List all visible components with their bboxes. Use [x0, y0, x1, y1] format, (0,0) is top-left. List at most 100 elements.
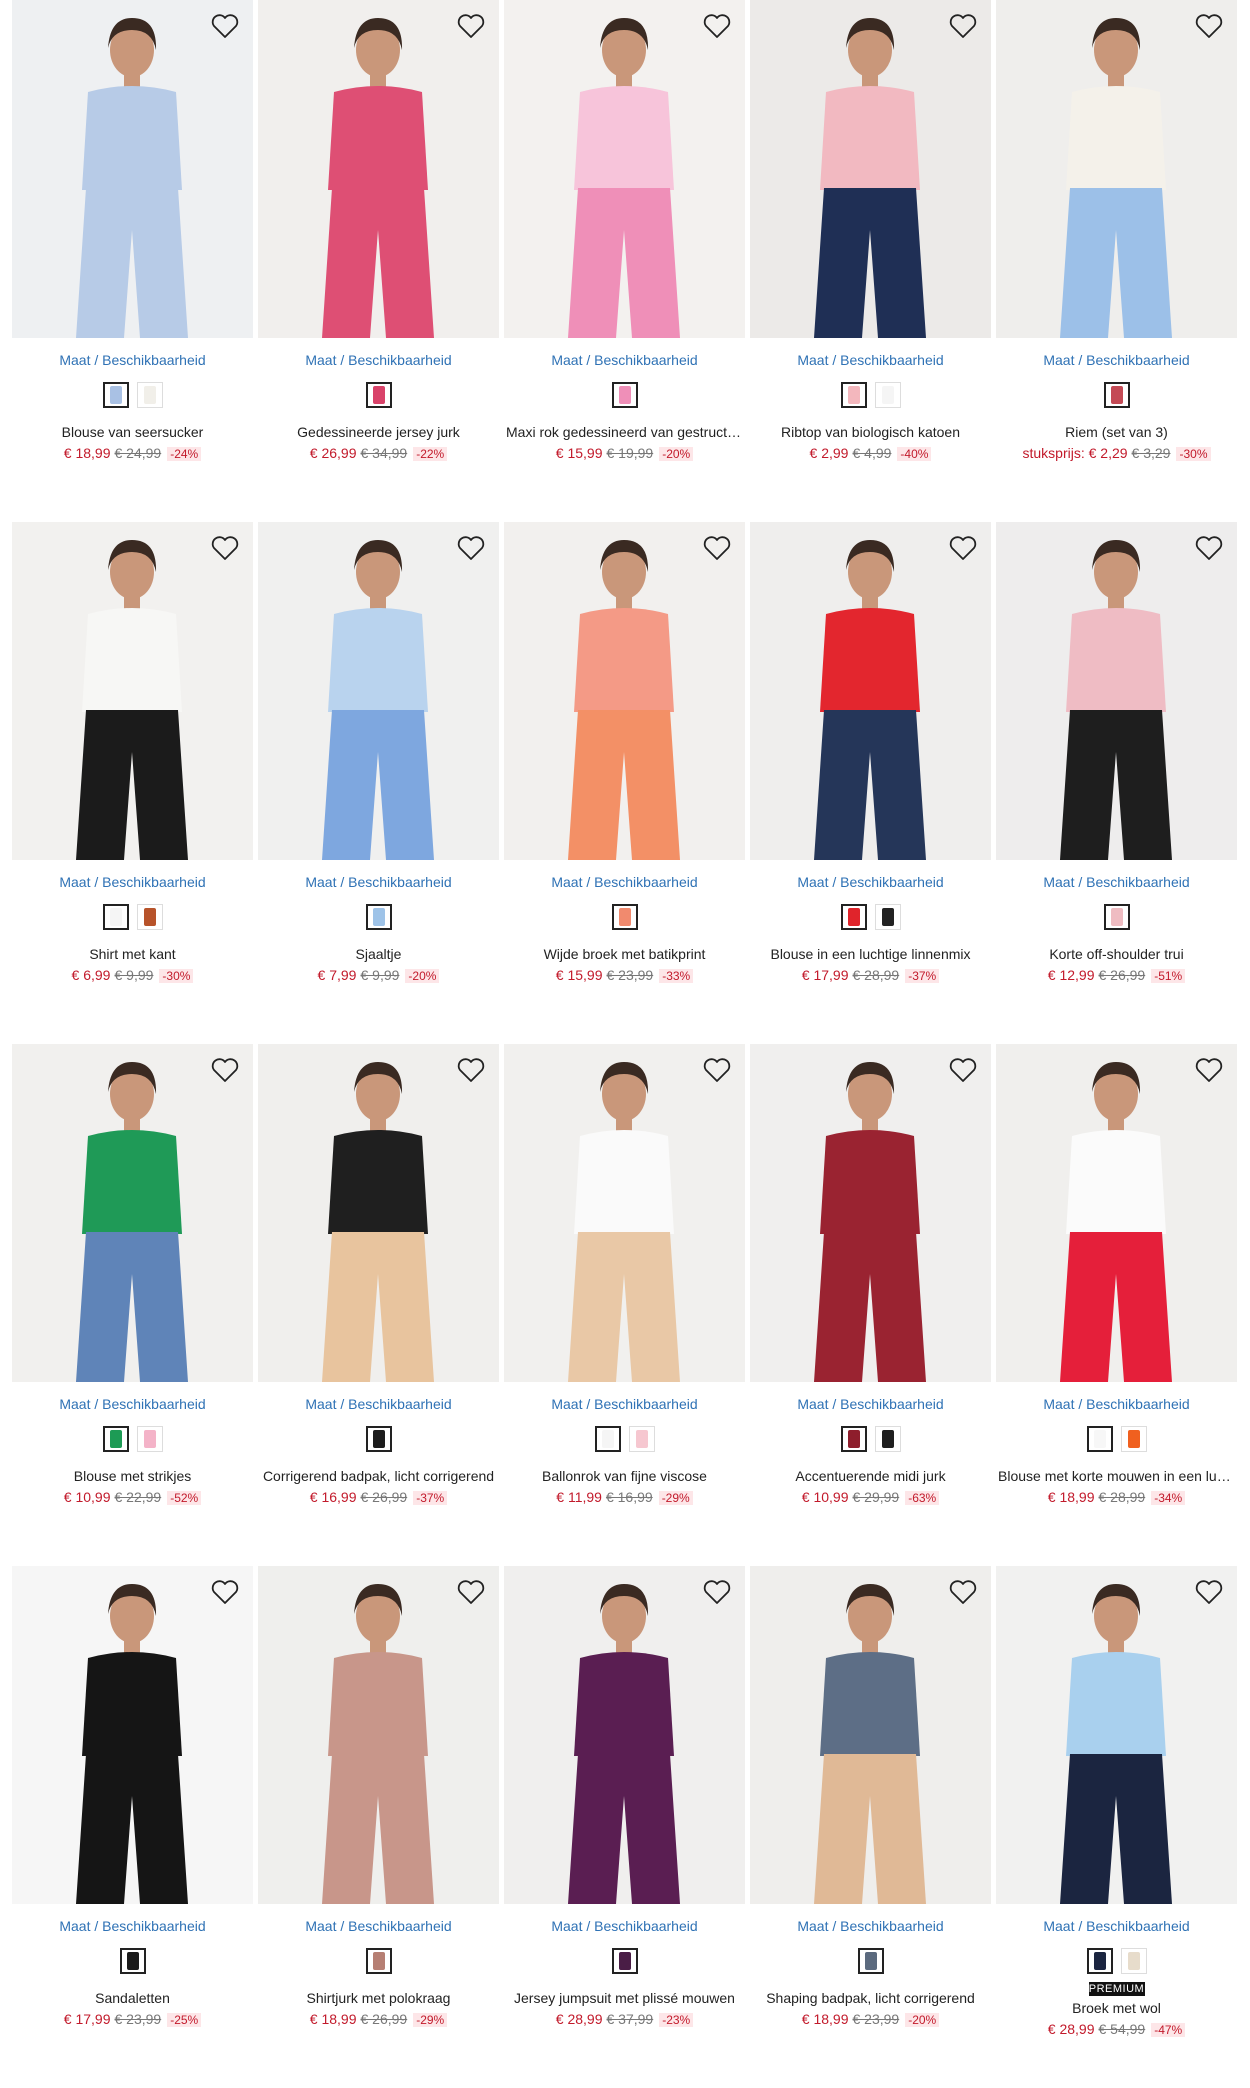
- availability-label[interactable]: Beschikbaarheid: [102, 1918, 206, 1934]
- color-swatch[interactable]: [1103, 382, 1130, 408]
- product-name[interactable]: Wijde broek met batikprint: [504, 946, 745, 962]
- color-swatch[interactable]: [874, 382, 901, 408]
- product-photo[interactable]: [12, 1044, 253, 1382]
- product-card[interactable]: Maat / Beschikbaarheid Shirt met kant € …: [12, 522, 253, 1044]
- availability-label[interactable]: Beschikbaarheid: [348, 1918, 452, 1934]
- availability-label[interactable]: Beschikbaarheid: [1086, 1396, 1190, 1412]
- color-swatch[interactable]: [1120, 1948, 1147, 1974]
- color-swatch[interactable]: [1086, 1948, 1113, 1974]
- availability-label[interactable]: Beschikbaarheid: [102, 1396, 206, 1412]
- product-photo[interactable]: [258, 0, 499, 338]
- size-label[interactable]: Maat: [551, 1396, 582, 1412]
- wishlist-heart-icon[interactable]: [209, 1054, 241, 1086]
- color-swatch[interactable]: [874, 904, 901, 930]
- color-swatch[interactable]: [136, 904, 163, 930]
- product-photo[interactable]: [996, 0, 1237, 338]
- product-photo[interactable]: [996, 1566, 1237, 1904]
- size-label[interactable]: Maat: [305, 1918, 336, 1934]
- product-name[interactable]: Sandaletten: [12, 1990, 253, 2006]
- size-availability-link[interactable]: Maat / Beschikbaarheid: [258, 1396, 499, 1412]
- color-swatch[interactable]: [1120, 1426, 1147, 1452]
- color-swatch[interactable]: [136, 382, 163, 408]
- product-card[interactable]: Maat / Beschikbaarheid Shirtjurk met pol…: [258, 1566, 499, 2088]
- product-card[interactable]: Maat / Beschikbaarheid Ballonrok van fij…: [504, 1044, 745, 1566]
- product-card[interactable]: Maat / Beschikbaarheid Sjaaltje € 7,99 € …: [258, 522, 499, 1044]
- wishlist-heart-icon[interactable]: [1193, 532, 1225, 564]
- product-photo[interactable]: [504, 1566, 745, 1904]
- size-availability-link[interactable]: Maat / Beschikbaarheid: [996, 1918, 1237, 1934]
- wishlist-heart-icon[interactable]: [947, 532, 979, 564]
- product-photo[interactable]: [750, 1566, 991, 1904]
- product-name[interactable]: Sjaaltje: [258, 946, 499, 962]
- availability-label[interactable]: Beschikbaarheid: [840, 1396, 944, 1412]
- product-name[interactable]: Maxi rok gedessineerd van gestructureerd: [504, 424, 745, 440]
- color-swatch[interactable]: [611, 904, 638, 930]
- product-photo[interactable]: [996, 1044, 1237, 1382]
- size-availability-link[interactable]: Maat / Beschikbaarheid: [750, 352, 991, 368]
- availability-label[interactable]: Beschikbaarheid: [594, 352, 698, 368]
- product-card[interactable]: Maat / Beschikbaarheid Ribtop van biolog…: [750, 0, 991, 522]
- wishlist-heart-icon[interactable]: [701, 1054, 733, 1086]
- size-label[interactable]: Maat: [551, 1918, 582, 1934]
- color-swatch[interactable]: [628, 1426, 655, 1452]
- product-photo[interactable]: [258, 1566, 499, 1904]
- product-name[interactable]: Blouse van seersucker: [12, 424, 253, 440]
- product-card[interactable]: Maat / Beschikbaarheid Corrigerend badpa…: [258, 1044, 499, 1566]
- wishlist-heart-icon[interactable]: [1193, 10, 1225, 42]
- color-swatch[interactable]: [365, 1948, 392, 1974]
- availability-label[interactable]: Beschikbaarheid: [348, 1396, 452, 1412]
- size-label[interactable]: Maat: [551, 874, 582, 890]
- size-label[interactable]: Maat: [59, 1918, 90, 1934]
- color-swatch[interactable]: [102, 382, 129, 408]
- size-label[interactable]: Maat: [551, 352, 582, 368]
- product-name[interactable]: Corrigerend badpak, licht corrigerend: [258, 1468, 499, 1484]
- product-card[interactable]: Maat / Beschikbaarheid Sandaletten € 17,…: [12, 1566, 253, 2088]
- product-photo[interactable]: [504, 0, 745, 338]
- product-name[interactable]: Shaping badpak, licht corrigerend: [750, 1990, 991, 2006]
- availability-label[interactable]: Beschikbaarheid: [840, 352, 944, 368]
- size-label[interactable]: Maat: [59, 352, 90, 368]
- wishlist-heart-icon[interactable]: [947, 1576, 979, 1608]
- product-card[interactable]: Maat / Beschikbaarheid Korte off-shoulde…: [996, 522, 1237, 1044]
- size-label[interactable]: Maat: [305, 352, 336, 368]
- product-photo[interactable]: [750, 0, 991, 338]
- wishlist-heart-icon[interactable]: [701, 532, 733, 564]
- product-card[interactable]: Maat / Beschikbaarheid Blouse met strikj…: [12, 1044, 253, 1566]
- product-card[interactable]: Maat / Beschikbaarheid Jersey jumpsuit m…: [504, 1566, 745, 2088]
- size-availability-link[interactable]: Maat / Beschikbaarheid: [258, 1918, 499, 1934]
- wishlist-heart-icon[interactable]: [701, 1576, 733, 1608]
- product-card[interactable]: Maat / Beschikbaarheid Maxi rok gedessin…: [504, 0, 745, 522]
- availability-label[interactable]: Beschikbaarheid: [1086, 1918, 1190, 1934]
- availability-label[interactable]: Beschikbaarheid: [348, 874, 452, 890]
- size-availability-link[interactable]: Maat / Beschikbaarheid: [504, 874, 745, 890]
- product-card[interactable]: Maat / Beschikbaarheid Riem (set van 3) …: [996, 0, 1237, 522]
- size-label[interactable]: Maat: [305, 874, 336, 890]
- availability-label[interactable]: Beschikbaarheid: [594, 1396, 698, 1412]
- product-photo[interactable]: [750, 1044, 991, 1382]
- product-name[interactable]: Gedessineerde jersey jurk: [258, 424, 499, 440]
- size-availability-link[interactable]: Maat / Beschikbaarheid: [996, 1396, 1237, 1412]
- size-availability-link[interactable]: Maat / Beschikbaarheid: [258, 874, 499, 890]
- availability-label[interactable]: Beschikbaarheid: [840, 874, 944, 890]
- size-label[interactable]: Maat: [797, 1396, 828, 1412]
- size-label[interactable]: Maat: [797, 1918, 828, 1934]
- product-card[interactable]: Maat / Beschikbaarheid Accentuerende mid…: [750, 1044, 991, 1566]
- color-swatch[interactable]: [840, 382, 867, 408]
- size-availability-link[interactable]: Maat / Beschikbaarheid: [750, 1918, 991, 1934]
- size-availability-link[interactable]: Maat / Beschikbaarheid: [12, 1918, 253, 1934]
- color-swatch[interactable]: [611, 1948, 638, 1974]
- product-name[interactable]: Riem (set van 3): [996, 424, 1237, 440]
- wishlist-heart-icon[interactable]: [701, 10, 733, 42]
- size-availability-link[interactable]: Maat / Beschikbaarheid: [12, 1396, 253, 1412]
- product-name[interactable]: Accentuerende midi jurk: [750, 1468, 991, 1484]
- availability-label[interactable]: Beschikbaarheid: [102, 352, 206, 368]
- color-swatch[interactable]: [365, 1426, 392, 1452]
- size-availability-link[interactable]: Maat / Beschikbaarheid: [12, 352, 253, 368]
- wishlist-heart-icon[interactable]: [1193, 1576, 1225, 1608]
- product-name[interactable]: Korte off-shoulder trui: [996, 946, 1237, 962]
- wishlist-heart-icon[interactable]: [209, 1576, 241, 1608]
- color-swatch[interactable]: [840, 904, 867, 930]
- color-swatch[interactable]: [102, 904, 129, 930]
- availability-label[interactable]: Beschikbaarheid: [102, 874, 206, 890]
- size-label[interactable]: Maat: [1043, 1396, 1074, 1412]
